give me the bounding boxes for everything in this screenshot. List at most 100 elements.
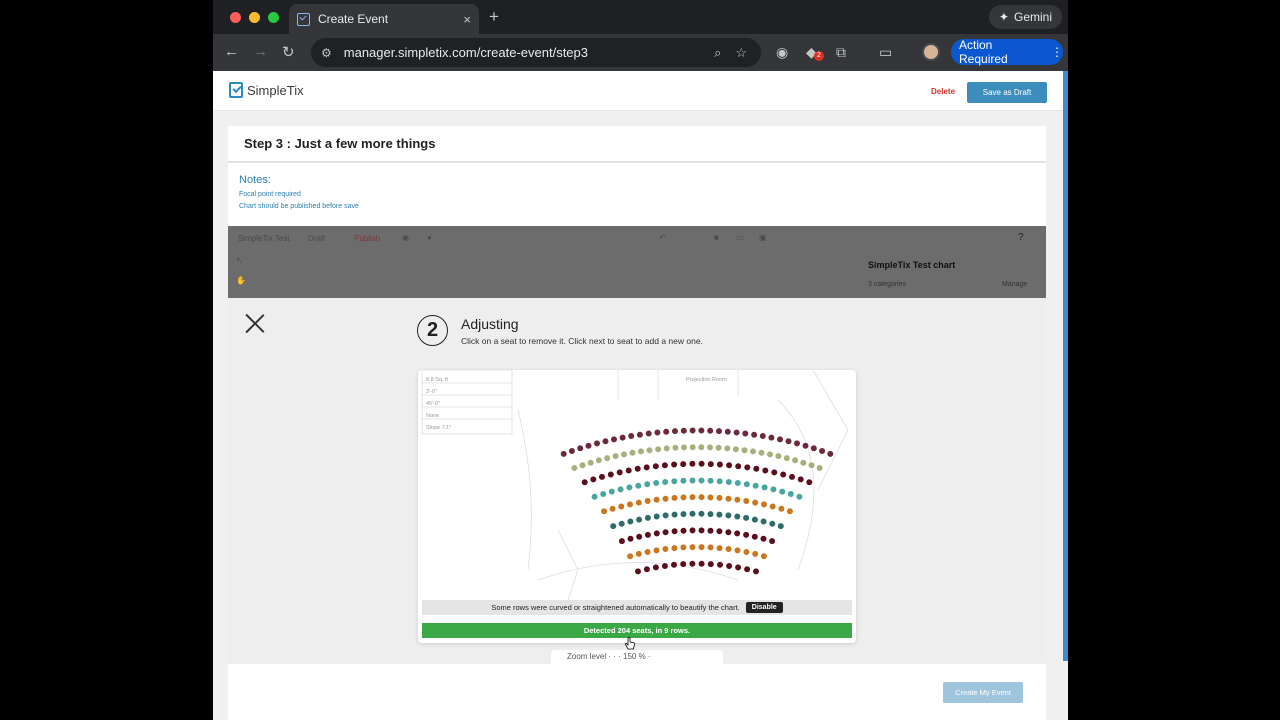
seat[interactable] [697,426,706,435]
seat[interactable] [724,511,733,519]
seat[interactable] [742,514,750,522]
seat[interactable] [662,511,670,519]
seat[interactable] [670,477,678,485]
seat[interactable] [576,444,584,452]
seat[interactable] [608,487,616,496]
seat[interactable] [734,462,742,470]
seat[interactable] [661,461,669,469]
reload-icon[interactable]: ↻ [282,43,295,61]
seat[interactable] [774,452,783,460]
seat[interactable] [793,439,801,447]
seat[interactable] [767,433,776,442]
seat[interactable] [654,445,662,453]
seat[interactable] [759,535,768,543]
manage-link[interactable]: Manage [1002,281,1027,288]
seat[interactable] [797,475,805,483]
seat[interactable] [787,490,795,498]
seat[interactable] [761,466,769,475]
seat[interactable] [733,529,741,537]
seat[interactable] [653,496,661,504]
dot-icon[interactable]: ● [427,233,432,242]
seat[interactable] [697,493,706,501]
seat[interactable] [661,562,669,570]
tab-search-icon[interactable]: ▭ [879,44,892,61]
seat[interactable] [603,454,611,462]
seat[interactable] [609,522,617,530]
create-my-event-button[interactable]: Create My Event [943,682,1023,703]
seat[interactable] [734,563,742,571]
seat[interactable] [680,427,688,435]
seat[interactable] [688,476,697,485]
seat[interactable] [749,447,757,455]
seat[interactable] [652,563,660,571]
seat[interactable] [777,505,786,513]
hand-tool-icon[interactable]: ✋ [236,276,246,285]
new-tab-button[interactable]: + [489,7,499,27]
seat[interactable] [741,429,749,438]
seat[interactable] [733,546,742,554]
bookmark-star-icon[interactable]: ☆ [735,45,747,61]
zoom-search-icon[interactable]: ⌕ [714,45,721,61]
seat[interactable] [578,461,587,469]
seat[interactable] [697,526,706,534]
seat[interactable] [670,494,679,502]
seat[interactable] [661,545,669,553]
seat[interactable] [757,449,766,457]
seat[interactable] [706,510,715,518]
seat[interactable] [644,514,652,522]
designer-status[interactable]: Draft [308,234,325,243]
seat-map[interactable]: 8.8 Sq. ft 3'-0" 45'-0" None Slope 7.1° … [418,370,856,600]
seat[interactable] [595,456,603,464]
seat[interactable] [652,479,660,487]
seat[interactable] [769,485,778,493]
seat[interactable] [770,468,778,476]
forward-arrow-icon[interactable]: → [253,43,268,60]
seat[interactable] [593,439,601,447]
seat[interactable] [698,460,706,468]
seat[interactable] [626,552,634,560]
seat[interactable] [788,473,796,481]
back-arrow-icon[interactable]: ← [224,43,239,60]
seat[interactable] [643,565,651,573]
seat[interactable] [743,463,751,471]
seat[interactable] [689,426,697,435]
close-window-button[interactable] [230,12,241,23]
seat[interactable] [724,428,732,436]
seat[interactable] [786,507,794,515]
seat[interactable] [766,450,774,458]
seat[interactable] [679,477,688,485]
tab-close-icon[interactable]: × [463,12,471,27]
page-scrollbar[interactable] [1063,71,1068,661]
seat[interactable] [636,431,644,439]
seat[interactable] [688,526,697,534]
seat[interactable] [791,456,799,464]
seat[interactable] [742,531,750,539]
seat[interactable] [715,527,724,535]
seat[interactable] [805,478,813,486]
delete-link[interactable]: Delete [931,87,955,96]
seat[interactable] [777,522,785,530]
seat[interactable] [716,544,724,552]
pointer-tool-icon[interactable]: ↖ [236,256,243,265]
seat[interactable] [801,442,810,450]
seat[interactable] [661,478,669,486]
designer-publish[interactable]: Publish [354,234,380,243]
seat[interactable] [706,427,714,435]
seat[interactable] [626,535,635,543]
seat-preview-panel[interactable]: 8.8 Sq. ft 3'-0" 45'-0" None Slope 7.1° … [418,370,856,643]
seat[interactable] [617,502,625,511]
seat[interactable] [662,428,670,436]
seat[interactable] [671,527,679,535]
seat[interactable] [671,444,679,452]
seat[interactable] [768,537,776,545]
preview-eye-icon[interactable]: ◉ [402,233,409,242]
maximize-window-button[interactable] [268,12,279,23]
more-menu-icon[interactable]: ⋮ [1051,45,1063,59]
seat[interactable] [752,465,760,473]
seat[interactable] [584,442,593,450]
seat[interactable] [688,460,697,468]
seat[interactable] [778,487,786,496]
seat[interactable] [671,511,679,519]
seat[interactable] [635,550,643,558]
seat[interactable] [776,435,784,443]
